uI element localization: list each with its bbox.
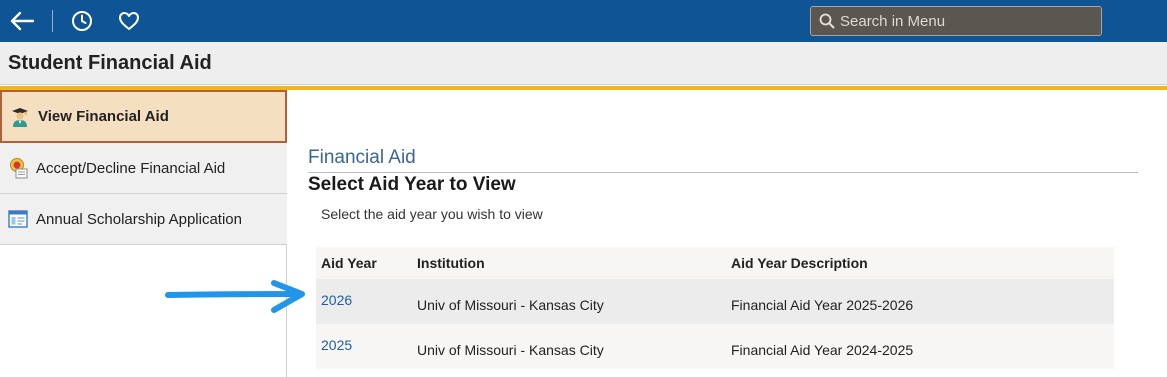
- aid-year-link[interactable]: 2025: [321, 337, 352, 353]
- heart-icon: [119, 12, 139, 30]
- instruction-text: Select the aid year you wish to view: [321, 206, 543, 222]
- column-header-institution: Institution: [417, 255, 485, 271]
- institution-cell: Univ of Missouri - Kansas City: [417, 342, 604, 358]
- description-cell: Financial Aid Year 2024-2025: [731, 342, 914, 358]
- heading-divider: [308, 172, 1138, 173]
- graduate-icon: [9, 106, 31, 128]
- menu-search-box[interactable]: [810, 6, 1102, 36]
- favorites-button[interactable]: [114, 6, 144, 36]
- page-title: Student Financial Aid: [8, 52, 212, 74]
- form-window-icon: [7, 208, 29, 230]
- section-kicker: Financial Aid: [308, 147, 416, 168]
- search-input[interactable]: [840, 12, 1090, 30]
- search-icon: [819, 13, 835, 29]
- sidebar-item-annual-scholarship[interactable]: Annual Scholarship Application: [0, 194, 287, 245]
- recently-visited-button[interactable]: [67, 6, 97, 36]
- sidebar-item-label: Annual Scholarship Application: [36, 210, 242, 228]
- institution-cell: Univ of Missouri - Kansas City: [417, 297, 604, 313]
- back-button[interactable]: [7, 6, 37, 36]
- arrow-left-icon: [10, 11, 35, 31]
- clock-icon: [72, 11, 92, 31]
- sidebar-nav: View Financial Aid Accept/Decline Financ…: [0, 90, 287, 377]
- page-title-bar: Student Financial Aid: [0, 42, 1167, 85]
- section-title: Select Aid Year to View: [308, 174, 516, 195]
- sidebar-item-label: View Financial Aid: [38, 108, 169, 125]
- column-header-description: Aid Year Description: [731, 255, 868, 271]
- annotation-arrow-icon: [165, 280, 305, 313]
- table-row[interactable]: 2025 Univ of Missouri - Kansas City Fina…: [316, 324, 1114, 369]
- grid-header-row: Aid Year Institution Aid Year Descriptio…: [316, 247, 1114, 279]
- table-row[interactable]: 2026 Univ of Missouri - Kansas City Fina…: [316, 279, 1114, 324]
- column-header-aid-year: Aid Year: [321, 255, 377, 271]
- sidebar-item-label: Accept/Decline Financial Aid: [36, 159, 226, 177]
- aid-year-grid: Aid Year Institution Aid Year Descriptio…: [316, 247, 1114, 369]
- aid-year-link[interactable]: 2026: [321, 292, 352, 308]
- sidebar-item-view-financial-aid[interactable]: View Financial Aid: [0, 90, 287, 143]
- description-cell: Financial Aid Year 2025-2026: [731, 297, 914, 313]
- top-banner: [0, 0, 1167, 42]
- toolbar-divider: [52, 10, 53, 32]
- sidebar-item-accept-decline[interactable]: Accept/Decline Financial Aid: [0, 143, 287, 194]
- award-ribbon-icon: [7, 157, 29, 179]
